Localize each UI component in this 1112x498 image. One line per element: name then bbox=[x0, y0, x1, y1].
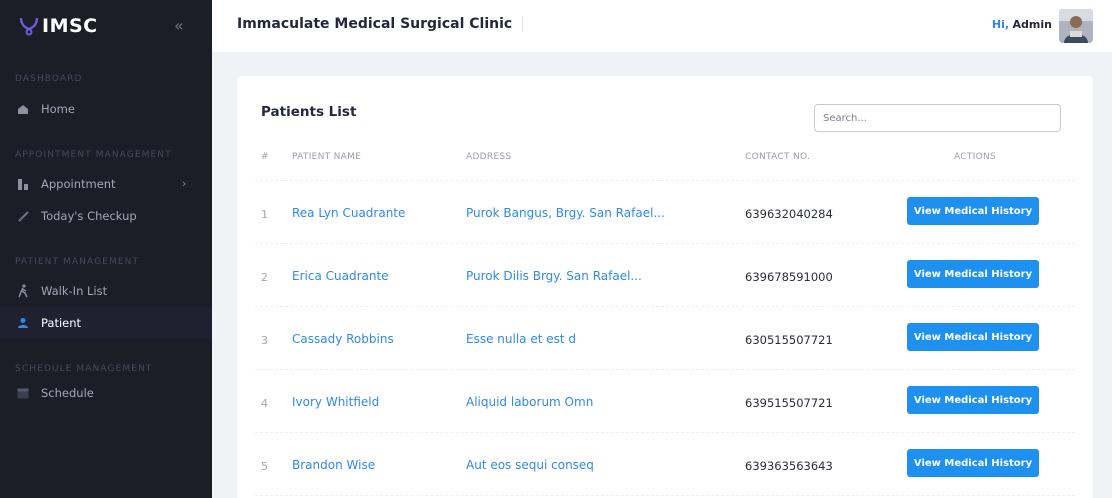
column-header-address: ADDRESS bbox=[466, 152, 512, 162]
column-header-actions: ACTIONS bbox=[954, 152, 997, 162]
patient-contact: 639363563643 bbox=[745, 459, 833, 473]
card-title: Patients List bbox=[261, 104, 357, 120]
patient-name-link[interactable]: Brandon Wise bbox=[292, 458, 375, 472]
column-header-number: # bbox=[261, 152, 269, 162]
avatar[interactable] bbox=[1059, 9, 1093, 43]
section-label: PATIENT MANAGEMENT bbox=[15, 257, 140, 267]
greeting-hi: Hi, bbox=[991, 18, 1010, 31]
appointment-icon bbox=[15, 176, 31, 192]
patient-name-link[interactable]: Cassady Robbins bbox=[292, 332, 394, 346]
row-divider bbox=[255, 432, 1075, 433]
section-label: APPOINTMENT MANAGEMENT bbox=[15, 150, 172, 160]
avatar-image-icon bbox=[1059, 9, 1093, 43]
table-row: 2 Erica Cuadrante Purok Dilis Brgy. San … bbox=[237, 243, 1093, 306]
sidebar-item-label: Appointment bbox=[41, 177, 116, 191]
patient-contact: 639632040284 bbox=[745, 207, 833, 221]
patient-address-link[interactable]: Purok Dilis Brgy. San Rafael... bbox=[466, 269, 642, 283]
patient-address-link[interactable]: Purok Bangus, Brgy. San Rafael... bbox=[466, 206, 665, 220]
section-label: DASHBOARD bbox=[15, 74, 83, 84]
patient-address-link[interactable]: Aliquid laborum Omn bbox=[466, 395, 593, 409]
user-icon bbox=[15, 315, 31, 331]
column-header-name: PATIENT NAME bbox=[292, 152, 362, 162]
table-row: 3 Cassady Robbins Esse nulla et est d 63… bbox=[237, 306, 1093, 369]
collapse-sidebar-icon[interactable]: « bbox=[174, 16, 184, 35]
patient-contact: 630515507721 bbox=[745, 333, 833, 347]
sidebar-item-label: Today's Checkup bbox=[41, 209, 137, 223]
row-number: 1 bbox=[261, 208, 268, 221]
sidebar-item-label: Walk-In List bbox=[41, 284, 108, 298]
patient-contact: 639678591000 bbox=[745, 270, 833, 284]
greeting-name: Admin bbox=[1012, 18, 1052, 31]
walk-icon bbox=[15, 283, 31, 299]
section-dashboard: DASHBOARD bbox=[0, 74, 212, 84]
row-number: 3 bbox=[261, 334, 268, 347]
table-row: 1 Rea Lyn Cuadrante Purok Bangus, Brgy. … bbox=[237, 180, 1093, 243]
home-icon bbox=[15, 101, 31, 117]
page-title: Immaculate Medical Surgical Clinic bbox=[237, 16, 524, 32]
patient-name-link[interactable]: Erica Cuadrante bbox=[292, 269, 389, 283]
view-medical-history-button[interactable]: View Medical History bbox=[907, 260, 1039, 288]
sidebar-item-appointment[interactable]: Appointment › bbox=[0, 168, 212, 200]
patient-address-link[interactable]: Aut eos sequi conseq bbox=[466, 458, 594, 472]
row-divider bbox=[255, 306, 1075, 307]
patients-card: Patients List # PATIENT NAME ADDRESS CON… bbox=[237, 76, 1093, 498]
row-number: 4 bbox=[261, 397, 268, 410]
view-medical-history-button[interactable]: View Medical History bbox=[907, 386, 1039, 414]
chevron-right-icon: › bbox=[182, 177, 187, 190]
view-medical-history-button[interactable]: View Medical History bbox=[907, 197, 1039, 225]
brand[interactable]: IMSC « bbox=[0, 0, 212, 52]
table-header: # PATIENT NAME ADDRESS CONTACT NO. ACTIO… bbox=[237, 146, 1093, 180]
section-appointment: APPOINTMENT MANAGEMENT bbox=[0, 150, 212, 160]
sidebar-item-label: Home bbox=[41, 102, 75, 116]
sidebar: IMSC « DASHBOARD Home APPOINTMENT MANAGE… bbox=[0, 0, 212, 498]
calendar-icon bbox=[15, 385, 31, 401]
brand-name: IMSC bbox=[42, 15, 98, 37]
patient-contact: 639515507721 bbox=[745, 396, 833, 410]
section-schedule: SCHEDULE MANAGEMENT bbox=[0, 364, 212, 374]
table-row: 4 Ivory Whitfield Aliquid laborum Omn 63… bbox=[237, 369, 1093, 432]
checkup-icon bbox=[15, 208, 31, 224]
user-greeting[interactable]: Hi, Admin bbox=[992, 18, 1052, 31]
section-patient: PATIENT MANAGEMENT bbox=[0, 257, 212, 267]
column-header-contact: CONTACT NO. bbox=[745, 152, 811, 162]
row-divider bbox=[255, 243, 1075, 244]
view-medical-history-button[interactable]: View Medical History bbox=[907, 323, 1039, 351]
stethoscope-icon bbox=[19, 17, 39, 36]
row-divider bbox=[255, 369, 1075, 370]
sidebar-item-schedule[interactable]: Schedule bbox=[0, 377, 212, 409]
sidebar-item-walk-in-list[interactable]: Walk-In List bbox=[0, 275, 212, 307]
brand-logo: IMSC bbox=[18, 15, 98, 37]
row-number: 5 bbox=[261, 460, 268, 473]
section-label: SCHEDULE MANAGEMENT bbox=[15, 364, 153, 374]
sidebar-item-label: Schedule bbox=[41, 386, 94, 400]
sidebar-item-label: Patient bbox=[41, 316, 82, 330]
search-input[interactable] bbox=[814, 104, 1061, 132]
sidebar-item-todays-checkup[interactable]: Today's Checkup bbox=[0, 200, 212, 232]
patient-name-link[interactable]: Ivory Whitfield bbox=[292, 395, 379, 409]
row-number: 2 bbox=[261, 271, 268, 284]
table-row: 5 Brandon Wise Aut eos sequi conseq 6393… bbox=[237, 432, 1093, 496]
sidebar-item-home[interactable]: Home bbox=[0, 93, 212, 125]
patient-name-link[interactable]: Rea Lyn Cuadrante bbox=[292, 206, 405, 220]
view-medical-history-button[interactable]: View Medical History bbox=[907, 449, 1039, 477]
patient-address-link[interactable]: Esse nulla et est d bbox=[466, 332, 576, 346]
row-divider bbox=[255, 180, 1075, 181]
top-header: Immaculate Medical Surgical Clinic Hi, A… bbox=[212, 0, 1112, 52]
row-divider bbox=[255, 495, 1075, 496]
sidebar-item-patient[interactable]: Patient bbox=[0, 307, 212, 339]
